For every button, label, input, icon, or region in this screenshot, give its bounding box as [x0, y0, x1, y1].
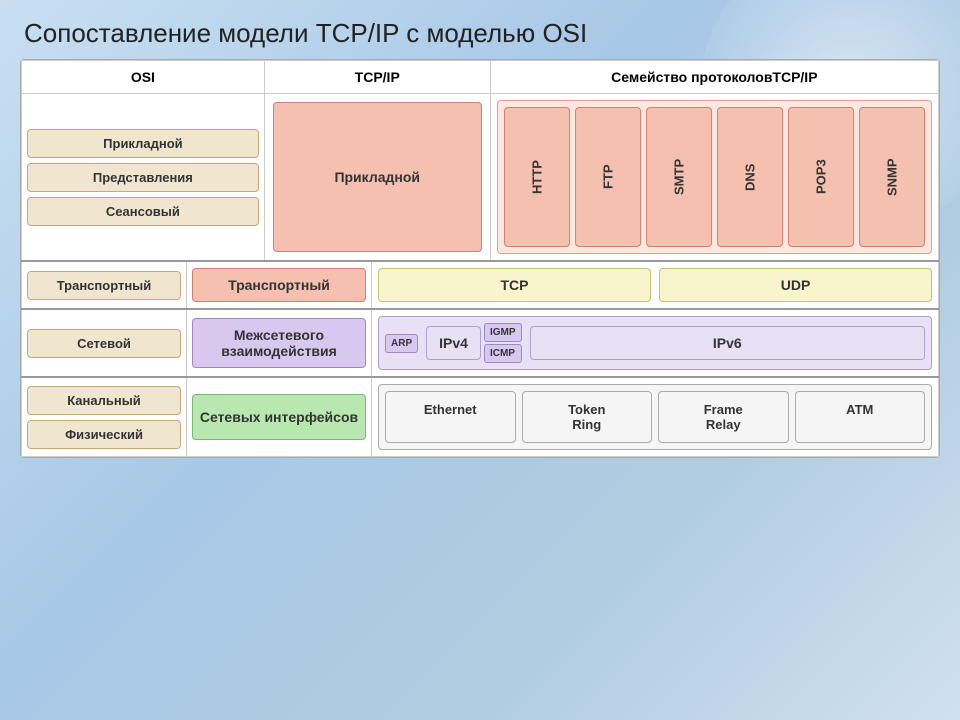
tcpip-layer-internet: Межсетевого взаимодействия: [192, 318, 366, 368]
proto-token-ring: TokenRing: [522, 391, 653, 443]
osi-layer-network: Сетевой: [27, 329, 181, 358]
osi-layer-transport: Транспортный: [27, 271, 181, 300]
osi-layer-datalink: Канальный: [27, 386, 181, 415]
tcpip-header: TCP/IP: [264, 61, 490, 94]
proto-udp: UDP: [659, 268, 932, 302]
page-title: Сопоставление модели TCP/IP с моделью OS…: [0, 0, 960, 59]
osi-layer-app: Прикладной: [27, 129, 259, 158]
proto-snmp: SNMP: [859, 107, 925, 247]
osi-layer-physical: Физический: [27, 420, 181, 449]
proto-igmp: IGMP: [484, 323, 522, 342]
osi-layer-presentation: Представления: [27, 163, 259, 192]
osi-layer-session: Сеансовый: [27, 197, 259, 226]
proto-ftp: FTP: [575, 107, 641, 247]
proto-smtp: SMTP: [646, 107, 712, 247]
proto-icmp: ICMP: [484, 344, 522, 363]
proto-ethernet: Ethernet: [385, 391, 516, 443]
tcpip-layer-app: Прикладной: [273, 102, 482, 252]
tcpip-layer-transport: Транспортный: [192, 268, 366, 302]
proto-ipv4: IPv4: [426, 326, 481, 360]
protocols-header: Семейство протоколовTCP/IP: [490, 61, 938, 94]
proto-atm: ATM: [795, 391, 926, 443]
osi-header: OSI: [22, 61, 265, 94]
proto-ipv6: IPv6: [530, 326, 926, 360]
main-diagram: OSI TCP/IP Семейство протоколовTCP/IP Пр…: [20, 59, 940, 458]
proto-http: HTTP: [504, 107, 570, 247]
proto-frame-relay: FrameRelay: [658, 391, 789, 443]
proto-dns: DNS: [717, 107, 783, 247]
proto-tcp: TCP: [378, 268, 651, 302]
proto-arp: ARP: [385, 334, 418, 353]
proto-pop3: POP3: [788, 107, 854, 247]
tcpip-layer-network-access: Сетевых интерфейсов: [192, 394, 366, 440]
